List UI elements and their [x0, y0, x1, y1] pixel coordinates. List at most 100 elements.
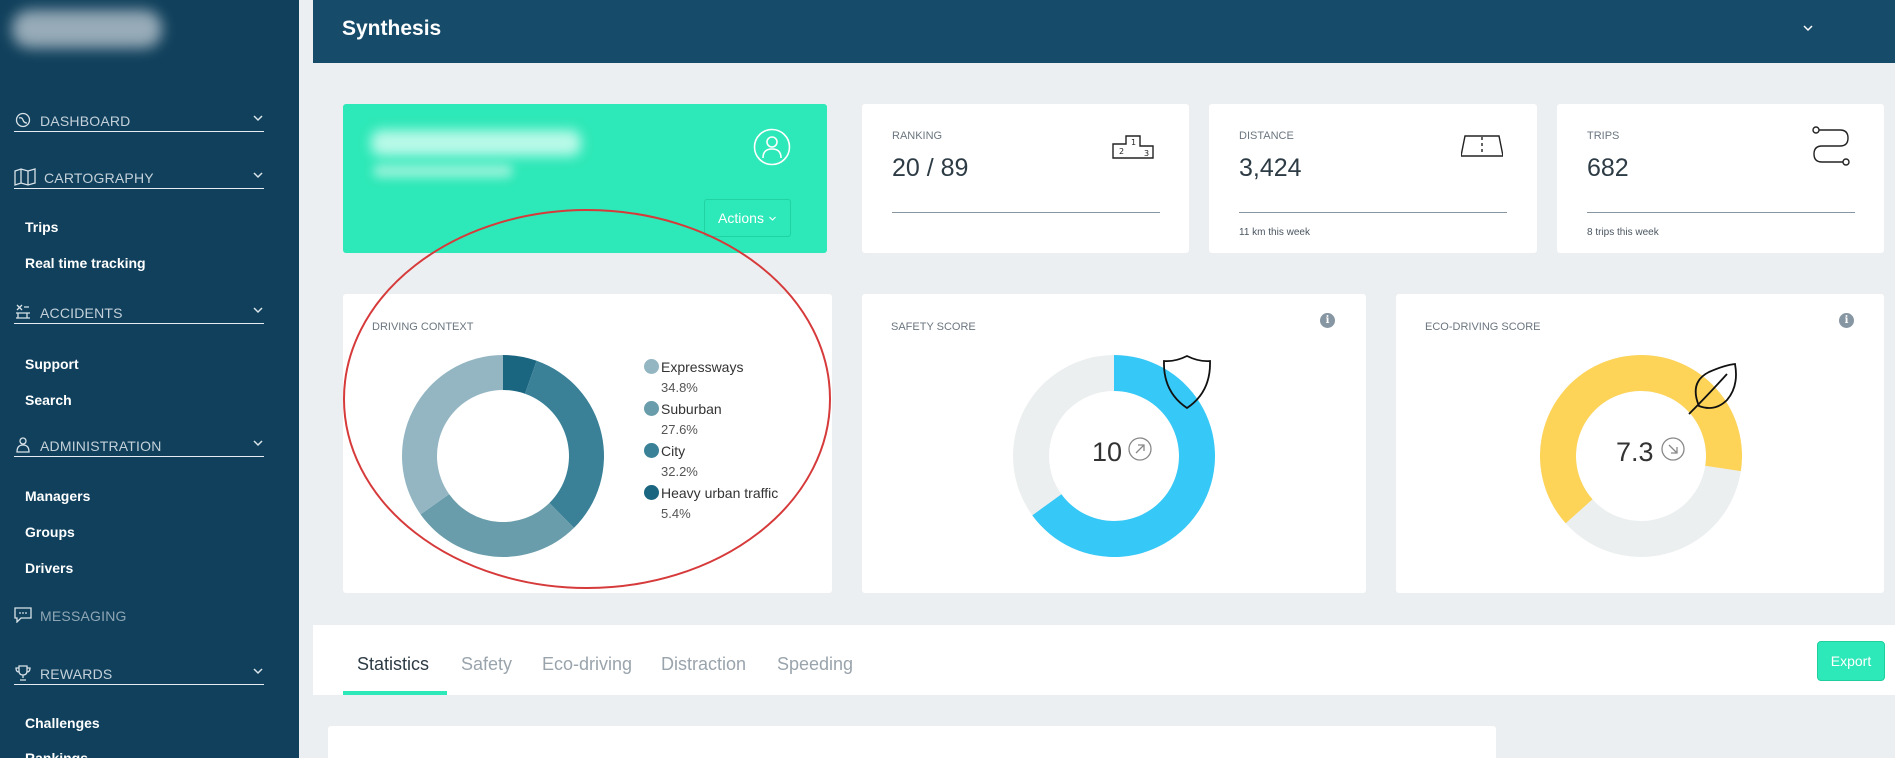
legend-value: 34.8%	[661, 380, 698, 395]
chevron-down-icon	[769, 216, 776, 221]
active-tab-indicator	[343, 691, 447, 695]
chevron-down-icon[interactable]	[1802, 22, 1814, 34]
sidebar-section-rewards[interactable]: REWARDS	[14, 663, 264, 685]
chat-icon	[14, 606, 32, 624]
actions-button-label: Actions	[718, 210, 764, 226]
tab-distraction[interactable]: Distraction	[661, 654, 746, 675]
down-right-arrow-icon	[1661, 437, 1685, 461]
actions-button[interactable]: Actions	[704, 199, 791, 237]
legend-entry: Expressways 34.8%	[644, 356, 778, 398]
eco-driving-score-title: ECO-DRIVING SCORE	[1425, 321, 1541, 333]
sidebar-item-real-time-tracking[interactable]: Real time tracking	[25, 255, 146, 271]
podium-icon: 2 1 3	[1112, 135, 1154, 159]
distance-label: DISTANCE	[1239, 130, 1294, 142]
svg-text:1: 1	[1131, 138, 1136, 147]
ranking-card: RANKING 20 / 89 2 1 3	[862, 104, 1189, 253]
sidebar-section-cartography[interactable]: CARTOGRAPHY	[14, 167, 264, 189]
user-name-blurred	[371, 130, 581, 156]
sidebar-item-managers[interactable]: Managers	[25, 488, 90, 504]
ranking-value: 20 / 89	[892, 154, 969, 182]
user-card: Actions	[343, 104, 827, 253]
user-subtitle-blurred	[373, 164, 513, 178]
road-icon	[1461, 135, 1503, 157]
sidebar-item-drivers[interactable]: Drivers	[25, 560, 73, 576]
sidebar-section-label: ADMINISTRATION	[40, 438, 162, 454]
sidebar-section-dashboard[interactable]: DASHBOARD	[14, 110, 264, 132]
tab-safety[interactable]: Safety	[461, 654, 512, 675]
safety-score-title: SAFETY SCORE	[891, 321, 976, 333]
map-icon	[14, 168, 36, 186]
legend-entry: Heavy urban traffic 5.4%	[644, 482, 778, 524]
eco-driving-score-card: ECO-DRIVING SCORE i 7.3	[1396, 294, 1884, 593]
sidebar-item-rankings[interactable]: Rankings	[25, 750, 88, 758]
distance-value: 3,424	[1239, 154, 1302, 182]
legend-label: Expressways	[661, 358, 744, 375]
sidebar-section-label: CARTOGRAPHY	[44, 170, 154, 186]
chevron-down-icon	[253, 440, 263, 447]
legend-label: Heavy urban traffic	[661, 484, 779, 501]
distance-weekly: 11 km this week	[1239, 227, 1310, 238]
sidebar-section-administration[interactable]: ADMINISTRATION	[14, 435, 264, 457]
info-icon[interactable]: i	[1839, 313, 1854, 328]
pie-slice-expressways[interactable]	[402, 355, 503, 515]
chevron-down-icon	[253, 307, 263, 314]
info-icon[interactable]: i	[1320, 313, 1335, 328]
sidebar-section-messaging[interactable]: MESSAGING	[14, 604, 264, 626]
sidebar-section-accidents[interactable]: ACCIDENTS	[14, 302, 264, 324]
legend-label: Suburban	[661, 400, 722, 417]
svg-text:2: 2	[1119, 147, 1124, 156]
distance-card: DISTANCE 3,424 11 km this week	[1209, 104, 1537, 253]
sidebar-item-trips[interactable]: Trips	[25, 219, 58, 235]
sidebar-section-label: DASHBOARD	[40, 113, 131, 129]
legend-swatch	[644, 485, 659, 500]
pie-slice-city[interactable]	[524, 360, 604, 528]
legend-entry: Suburban 27.6%	[644, 398, 778, 440]
sidebar: DASHBOARD CARTOGRAPHY Trips Real time tr…	[0, 0, 299, 758]
sidebar-item-groups[interactable]: Groups	[25, 524, 75, 540]
statistics-panel	[328, 726, 1496, 758]
sidebar-section-label: REWARDS	[40, 666, 113, 682]
chevron-down-icon	[253, 668, 263, 675]
admin-icon	[14, 436, 32, 454]
trips-card: TRIPS 682 8 trips this week	[1557, 104, 1884, 253]
shield-icon	[1163, 354, 1211, 410]
legend-value: 27.6%	[661, 422, 698, 437]
driving-context-donut	[402, 355, 604, 557]
trips-weekly: 8 trips this week	[1587, 227, 1659, 238]
tab-statistics[interactable]: Statistics	[357, 654, 429, 675]
sidebar-item-challenges[interactable]: Challenges	[25, 715, 100, 731]
crash-icon	[14, 303, 32, 321]
globe-icon	[14, 111, 32, 129]
sidebar-item-search[interactable]: Search	[25, 392, 72, 408]
tab-bar: Statistics Safety Eco-driving Distractio…	[313, 625, 1895, 695]
tab-eco-driving[interactable]: Eco-driving	[542, 654, 632, 675]
svg-text:3: 3	[1144, 149, 1149, 158]
divider	[892, 212, 1160, 213]
export-button[interactable]: Export	[1817, 641, 1885, 681]
app-logo[interactable]	[12, 10, 162, 48]
leaf-icon	[1688, 363, 1737, 415]
legend-entry: City 32.2%	[644, 440, 778, 482]
sidebar-section-label: MESSAGING	[40, 608, 127, 624]
legend-swatch	[644, 401, 659, 416]
legend-swatch	[644, 359, 659, 374]
ranking-label: RANKING	[892, 130, 943, 142]
top-header: Synthesis	[313, 0, 1895, 63]
up-right-arrow-icon	[1128, 437, 1152, 461]
sidebar-section-label: ACCIDENTS	[40, 305, 123, 321]
chevron-down-icon	[253, 172, 263, 179]
legend-value: 5.4%	[661, 506, 691, 521]
page-title: Synthesis	[342, 17, 442, 40]
legend-label: City	[661, 442, 686, 459]
trophy-icon	[14, 664, 32, 682]
route-icon	[1812, 126, 1850, 166]
sidebar-item-support[interactable]: Support	[25, 356, 79, 372]
driving-context-title: DRIVING CONTEXT	[372, 321, 474, 333]
driving-context-card: DRIVING CONTEXT Expressways 34.8% Suburb…	[343, 294, 832, 593]
legend-swatch	[644, 443, 659, 458]
safety-score-card: SAFETY SCORE i 10	[862, 294, 1366, 593]
user-avatar-icon	[753, 128, 791, 166]
driving-context-legend: Expressways 34.8% Suburban 27.6% City 32…	[644, 356, 778, 524]
divider	[1239, 212, 1507, 213]
tab-speeding[interactable]: Speeding	[777, 654, 853, 675]
